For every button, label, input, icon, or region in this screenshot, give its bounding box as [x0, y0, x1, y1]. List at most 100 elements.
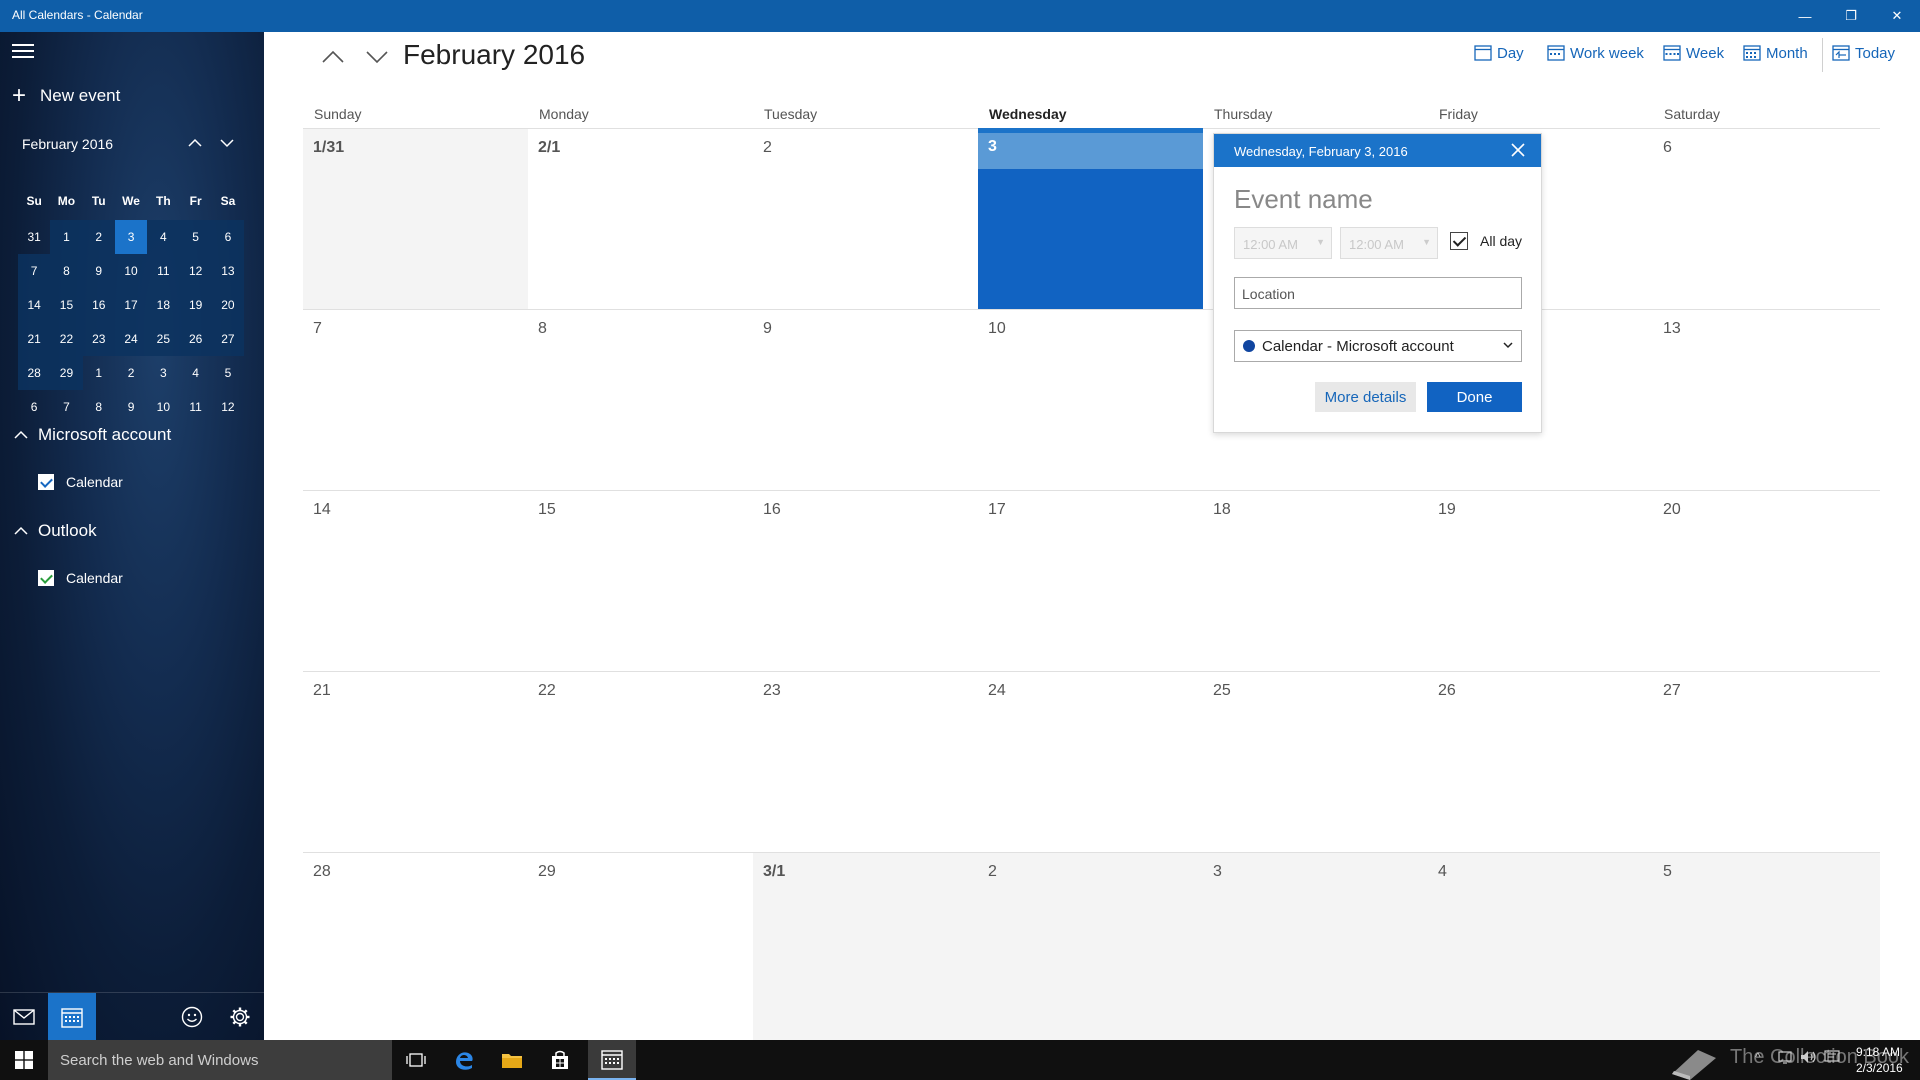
volume-icon[interactable] [1800, 1050, 1818, 1067]
mini-calendar-day[interactable]: 25 [147, 322, 180, 356]
calendar-select[interactable]: Calendar - Microsoft account [1234, 330, 1522, 362]
day-cell[interactable]: 7 [303, 309, 528, 490]
mini-calendar-day[interactable]: 3 [114, 220, 148, 254]
mini-calendar-day[interactable]: 7 [50, 390, 82, 424]
mini-calendar-day[interactable]: 14 [18, 288, 51, 322]
mini-calendar-day[interactable]: 12 [179, 254, 212, 288]
mini-calendar-day[interactable]: 8 [50, 254, 83, 288]
start-time-select[interactable]: 12:00 AM ▼ [1234, 227, 1332, 259]
day-cell[interactable]: 10 [978, 309, 1203, 490]
day-cell[interactable]: 2/1 [528, 128, 753, 309]
previous-month-icon[interactable] [318, 42, 348, 72]
mini-calendar-day[interactable]: 29 [50, 356, 83, 390]
day-cell[interactable]: 15 [528, 490, 753, 671]
mini-calendar-day[interactable]: 27 [211, 322, 245, 356]
mini-calendar-day[interactable]: 6 [18, 390, 50, 424]
day-cell[interactable]: 19 [1428, 490, 1653, 671]
mini-calendar-day[interactable]: 31 [18, 220, 50, 254]
mini-calendar-day[interactable]: 2 [115, 356, 147, 390]
checkbox-checked-icon[interactable] [38, 474, 54, 490]
restore-button[interactable]: ❐ [1828, 0, 1874, 32]
day-cell[interactable]: 9 [753, 309, 978, 490]
mini-calendar-day[interactable]: 10 [114, 254, 148, 288]
mini-calendar-next-icon[interactable] [216, 132, 238, 154]
mini-calendar-day[interactable]: 4 [147, 220, 180, 254]
minimize-button[interactable]: — [1782, 0, 1828, 32]
mini-calendar-prev-icon[interactable] [184, 132, 206, 154]
day-cell[interactable]: 2 [753, 128, 978, 309]
mini-calendar-day[interactable]: 23 [82, 322, 115, 356]
day-cell[interactable]: 18 [1203, 490, 1428, 671]
day-cell[interactable]: 20 [1653, 490, 1880, 671]
view-work-week-button[interactable]: Work week [1547, 42, 1644, 64]
mini-calendar-day[interactable]: 26 [179, 322, 212, 356]
day-cell[interactable]: 3/1 [753, 852, 978, 1040]
calendar-taskbar-icon[interactable] [588, 1040, 636, 1080]
mini-calendar-day[interactable]: 21 [18, 322, 51, 356]
month-title[interactable]: February 2016 [403, 39, 585, 71]
day-cell[interactable]: 28 [303, 852, 528, 1040]
all-day-checkbox[interactable]: All day [1450, 232, 1522, 250]
mini-calendar-day[interactable]: 1 [83, 356, 115, 390]
mini-calendar-day[interactable]: 4 [179, 356, 211, 390]
mini-calendar-day[interactable]: 11 [179, 390, 211, 424]
day-cell[interactable]: 23 [753, 671, 978, 852]
close-icon[interactable] [1509, 141, 1527, 159]
view-week-button[interactable]: Week [1663, 42, 1724, 64]
next-month-icon[interactable] [362, 42, 392, 72]
mini-calendar-day[interactable]: 18 [147, 288, 180, 322]
mini-calendar-day[interactable]: 20 [211, 288, 245, 322]
mini-calendar-day[interactable]: 22 [50, 322, 83, 356]
mini-calendar-day[interactable]: 15 [50, 288, 83, 322]
close-window-button[interactable]: ✕ [1874, 0, 1920, 32]
account-header-microsoft[interactable]: Microsoft account [14, 425, 171, 445]
feedback-smiley-icon[interactable] [168, 993, 216, 1041]
day-cell[interactable]: 8 [528, 309, 753, 490]
mini-calendar-day[interactable]: 1 [50, 220, 83, 254]
mini-calendar-day[interactable]: 11 [147, 254, 180, 288]
day-cell[interactable]: 2 [978, 852, 1203, 1040]
day-cell[interactable]: 13 [1653, 309, 1880, 490]
end-time-select[interactable]: 12:00 AM ▼ [1340, 227, 1438, 259]
day-cell[interactable]: 5 [1653, 852, 1880, 1040]
day-cell[interactable]: 14 [303, 490, 528, 671]
location-input[interactable]: Location [1234, 277, 1522, 309]
show-hidden-icons-chevron-icon[interactable]: ^ [1755, 1050, 1761, 1064]
event-name-input[interactable]: Event name [1234, 184, 1373, 215]
day-cell[interactable]: 26 [1428, 671, 1653, 852]
mini-calendar-day[interactable]: 24 [114, 322, 148, 356]
mini-calendar-day[interactable]: 19 [179, 288, 212, 322]
day-cell[interactable]: 3 [1203, 852, 1428, 1040]
taskbar-clock[interactable]: 9:18 AM 2/3/2016 [1856, 1044, 1903, 1076]
mini-calendar-day[interactable]: 5 [179, 220, 212, 254]
done-button[interactable]: Done [1427, 382, 1522, 412]
mini-calendar-day[interactable]: 8 [83, 390, 115, 424]
new-event-button[interactable]: + New event [12, 84, 120, 108]
mini-calendar-day[interactable]: 6 [211, 220, 245, 254]
network-icon[interactable] [1778, 1050, 1794, 1067]
today-button[interactable]: Today [1832, 42, 1895, 64]
day-cell[interactable]: 6 [1653, 128, 1880, 309]
mini-calendar-day[interactable]: 13 [211, 254, 245, 288]
mini-calendar-day[interactable]: 17 [114, 288, 148, 322]
account-header-outlook[interactable]: Outlook [14, 521, 97, 541]
mini-calendar-day[interactable]: 10 [147, 390, 179, 424]
day-cell[interactable]: 16 [753, 490, 978, 671]
notifications-icon[interactable] [1824, 1050, 1840, 1067]
checkbox-checked-icon[interactable] [1450, 232, 1468, 250]
store-icon[interactable] [536, 1040, 584, 1080]
mini-calendar-day[interactable]: 7 [18, 254, 51, 288]
windows-start-icon[interactable] [0, 1040, 48, 1080]
day-cell[interactable]: 21 [303, 671, 528, 852]
day-cell[interactable]: 27 [1653, 671, 1880, 852]
task-view-icon[interactable] [392, 1040, 440, 1080]
edge-browser-icon[interactable] [440, 1040, 488, 1080]
mini-calendar-day[interactable]: 12 [212, 390, 244, 424]
day-cell[interactable]: 25 [1203, 671, 1428, 852]
settings-gear-icon[interactable] [216, 993, 264, 1041]
mini-calendar-title[interactable]: February 2016 [22, 136, 113, 152]
day-cell[interactable]: 24 [978, 671, 1203, 852]
mini-calendar-day[interactable]: 28 [18, 356, 51, 390]
mini-calendar-day[interactable]: 16 [82, 288, 115, 322]
day-cell[interactable]: 4 [1428, 852, 1653, 1040]
